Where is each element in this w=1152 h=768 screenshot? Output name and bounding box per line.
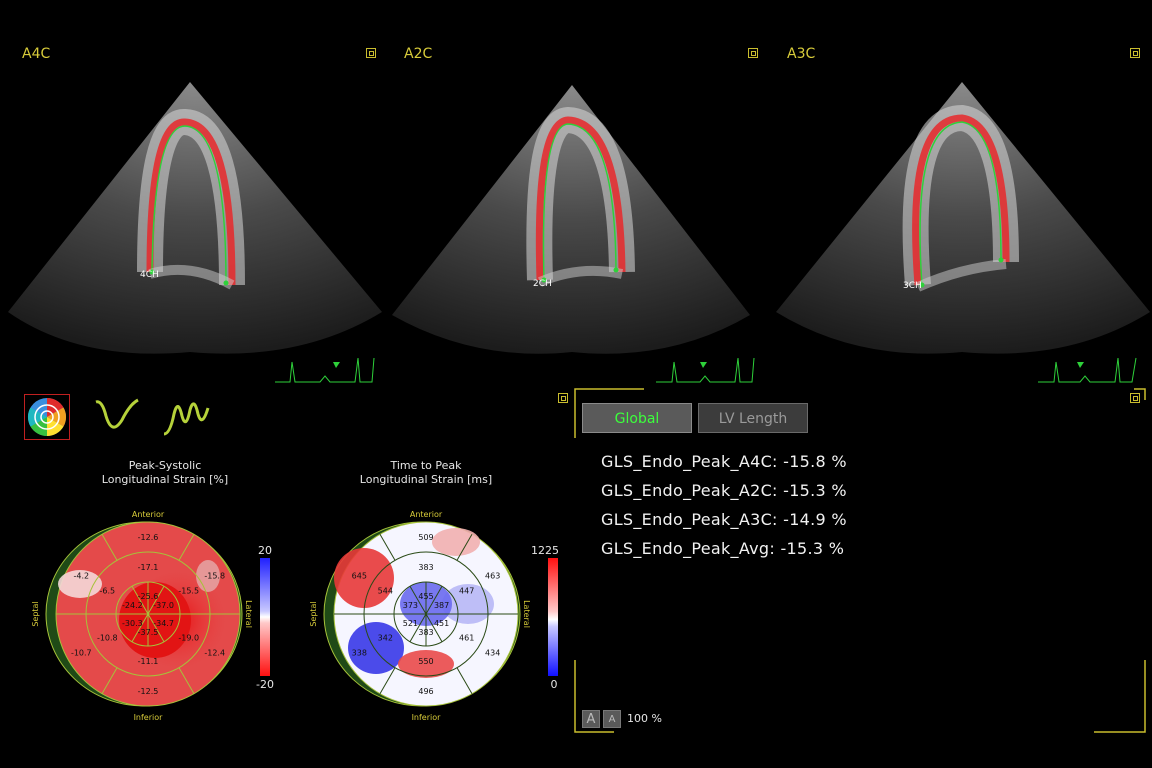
ttp-segment-outer-0: 509 bbox=[418, 533, 433, 542]
multi-curve-icon[interactable] bbox=[160, 394, 210, 438]
strain-bullseye[interactable]: -12.6-15.8-12.4-12.5-10.7-4.2-17.1-15.5-… bbox=[20, 508, 290, 726]
strain-segment-mid-3: -11.1 bbox=[138, 657, 159, 666]
ttp-segment-outer-3: 496 bbox=[418, 687, 433, 696]
strain-label-lateral: Lateral bbox=[244, 600, 253, 628]
ttp-label-septal: Septal bbox=[309, 601, 318, 626]
ecg-trace bbox=[656, 357, 755, 383]
ecg-trace bbox=[1038, 357, 1137, 383]
ecg-trace bbox=[275, 357, 375, 383]
view-tag-a2c: 2CH bbox=[533, 279, 552, 289]
zoom-in-button[interactable]: A bbox=[582, 710, 600, 728]
maximize-icon[interactable] bbox=[1130, 393, 1140, 403]
strain-map-title-line2: Longitudinal Strain [%] bbox=[101, 473, 229, 486]
strain-label-septal: Septal bbox=[31, 601, 40, 626]
view-label-a3c: A3C bbox=[787, 46, 816, 62]
strain-scale-max: 20 bbox=[258, 544, 272, 557]
strain-segment-mid-5: -6.5 bbox=[99, 587, 115, 596]
strain-segment-outer-3: -12.5 bbox=[138, 687, 159, 696]
ttp-segment-inner-3: 383 bbox=[418, 628, 433, 637]
tab-lv-length[interactable]: LV Length bbox=[698, 403, 808, 433]
strain-segment-outer-0: -12.6 bbox=[138, 533, 159, 542]
strain-segment-inner-2: -34.7 bbox=[153, 619, 174, 628]
strain-scale-min: -20 bbox=[256, 678, 274, 691]
ttp-bullseye[interactable]: 5094634344963386453834474615503425444553… bbox=[298, 508, 568, 726]
strain-segment-mid-0: -17.1 bbox=[138, 563, 159, 572]
ttp-segment-inner-2: 451 bbox=[434, 619, 449, 628]
ttp-segment-mid-4: 342 bbox=[378, 634, 393, 643]
bullseye-icon bbox=[27, 397, 67, 437]
results-panel-frame bbox=[574, 388, 1146, 733]
strain-label-inferior: Inferior bbox=[134, 713, 164, 722]
maximize-icon[interactable] bbox=[748, 48, 758, 58]
echo-view-a4c[interactable]: 4CH bbox=[8, 82, 382, 383]
ttp-scale-max: 1225 bbox=[531, 544, 559, 557]
strain-segment-outer-5: -4.2 bbox=[73, 572, 89, 581]
results-panel: Global LV Length GLS_Endo_Peak_A4C: -15.… bbox=[574, 388, 1146, 733]
ttp-segment-outer-5: 645 bbox=[352, 572, 367, 581]
ttp-segment-inner-4: 521 bbox=[403, 619, 418, 628]
ttp-segment-outer-2: 434 bbox=[485, 649, 500, 658]
ttp-segment-mid-2: 461 bbox=[459, 634, 474, 643]
strain-segment-mid-1: -15.5 bbox=[178, 587, 199, 596]
gls-a4c: GLS_Endo_Peak_A4C: -15.8 % bbox=[601, 452, 847, 471]
gls-a2c: GLS_Endo_Peak_A2C: -15.3 % bbox=[601, 481, 847, 500]
tab-global[interactable]: Global bbox=[582, 403, 692, 433]
strain-map-title-line1: Peak-Systolic bbox=[128, 459, 202, 472]
strain-segment-inner-3: -37.5 bbox=[138, 628, 159, 637]
ttp-label-lateral: Lateral bbox=[522, 600, 531, 628]
echo-view-a2c[interactable]: 2CH bbox=[392, 85, 755, 383]
strain-segment-outer-1: -15.8 bbox=[204, 572, 225, 581]
echo-view-a3c[interactable]: 3CH bbox=[776, 82, 1150, 383]
view-tag-a3c: 3CH bbox=[903, 281, 922, 291]
ttp-map-title: Time to Peak Longitudinal Strain [ms] bbox=[316, 459, 536, 487]
gls-avg: GLS_Endo_Peak_Avg: -15.3 % bbox=[601, 539, 845, 558]
strain-map-title: Peak-Systolic Longitudinal Strain [%] bbox=[40, 459, 290, 487]
gls-a3c: GLS_Endo_Peak_A3C: -14.9 % bbox=[601, 510, 847, 529]
ttp-segment-inner-0: 455 bbox=[418, 592, 433, 601]
strain-color-scale bbox=[260, 558, 270, 676]
ttp-segment-inner-5: 373 bbox=[403, 601, 418, 610]
ttp-segment-mid-0: 383 bbox=[418, 563, 433, 572]
ttp-color-scale bbox=[548, 558, 558, 676]
strain-segment-inner-1: -37.0 bbox=[153, 601, 174, 610]
ttp-segment-mid-3: 550 bbox=[418, 657, 433, 666]
maximize-icon[interactable] bbox=[366, 48, 376, 58]
view-label-a4c: A4C bbox=[22, 46, 51, 62]
ttp-segment-mid-1: 447 bbox=[459, 587, 474, 596]
ttp-map-title-line2: Longitudinal Strain [ms] bbox=[359, 473, 493, 486]
maximize-icon[interactable] bbox=[558, 393, 568, 403]
strain-segment-outer-2: -12.4 bbox=[204, 649, 225, 658]
zoom-level: 100 % bbox=[627, 712, 662, 725]
ttp-label-inferior: Inferior bbox=[412, 713, 442, 722]
echo-views-canvas: 4CH 2CH 3CH bbox=[8, 82, 1150, 383]
strain-segment-mid-2: -19.0 bbox=[178, 634, 199, 643]
strain-segment-outer-4: -10.7 bbox=[71, 649, 92, 658]
strain-segment-inner-5: -24.2 bbox=[122, 601, 143, 610]
ttp-segment-mid-5: 544 bbox=[378, 587, 393, 596]
view-label-a2c: A2C bbox=[404, 46, 433, 62]
ttp-segment-outer-1: 463 bbox=[485, 572, 500, 581]
strain-label-anterior: Anterior bbox=[132, 510, 165, 519]
strain-segment-mid-4: -10.8 bbox=[97, 634, 118, 643]
view-tag-a4c: 4CH bbox=[140, 270, 159, 280]
bullseye-mode-button[interactable] bbox=[24, 394, 70, 440]
strain-curve-icon[interactable] bbox=[92, 394, 142, 438]
ttp-scale-min: 0 bbox=[551, 678, 558, 691]
ttp-segment-inner-1: 387 bbox=[434, 601, 449, 610]
ttp-label-anterior: Anterior bbox=[410, 510, 443, 519]
strain-segment-inner-0: -25.6 bbox=[138, 592, 159, 601]
ttp-segment-outer-4: 338 bbox=[352, 649, 367, 658]
ttp-map-title-line1: Time to Peak bbox=[390, 459, 462, 472]
strain-segment-inner-4: -30.3 bbox=[122, 619, 143, 628]
zoom-out-button[interactable]: A bbox=[603, 710, 621, 728]
maximize-icon[interactable] bbox=[1130, 48, 1140, 58]
